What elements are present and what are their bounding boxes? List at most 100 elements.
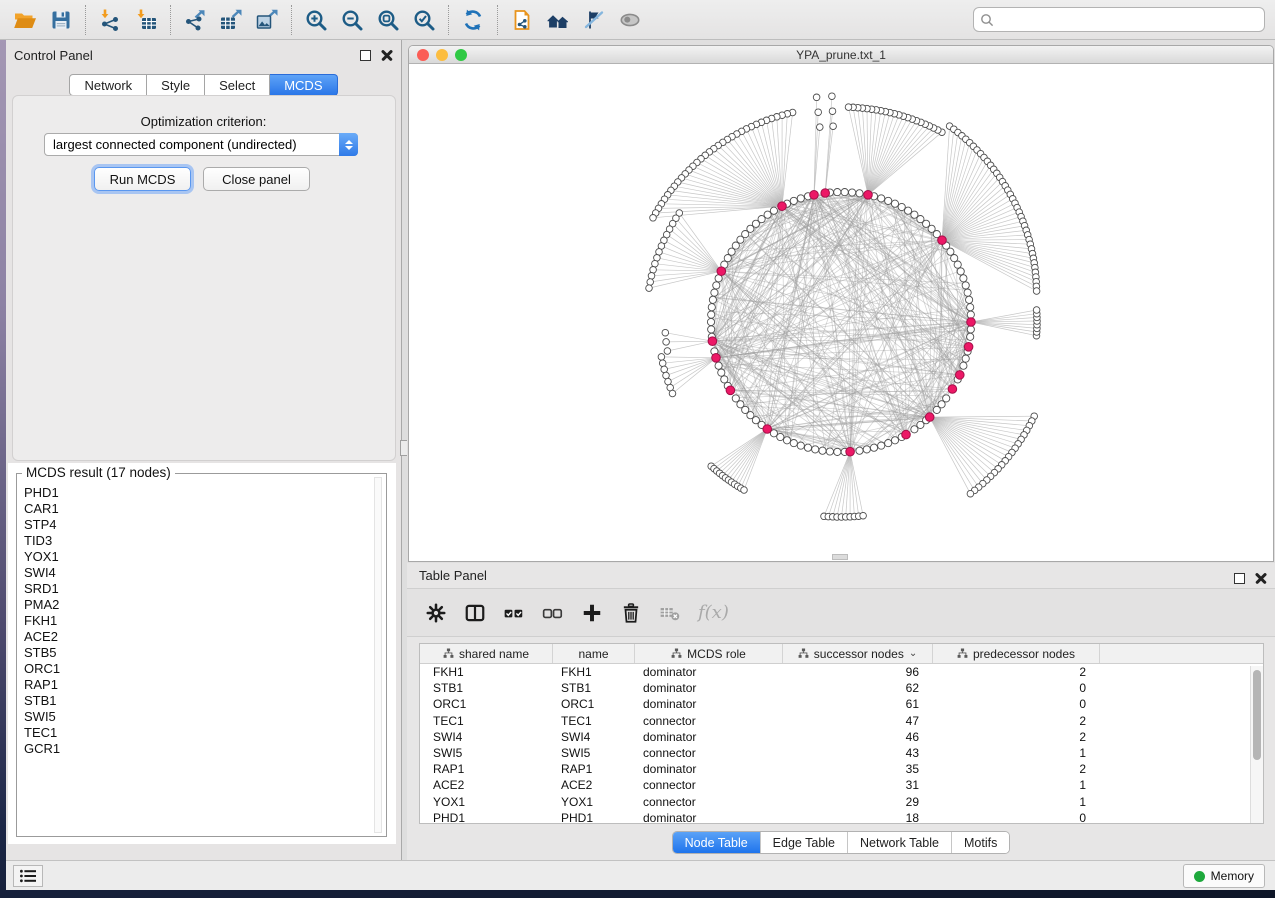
erase-table-button[interactable]: [659, 602, 681, 624]
mcds-list-item[interactable]: CAR1: [24, 501, 60, 517]
cell-successor-nodes[interactable]: 96: [783, 664, 933, 680]
import-network-button[interactable]: [95, 4, 125, 36]
cell-mcds-role[interactable]: dominator: [635, 664, 783, 680]
cell-shared-name[interactable]: SWI4: [420, 729, 553, 745]
cell-mcds-role[interactable]: dominator: [635, 810, 783, 824]
cell-name[interactable]: STB1: [553, 680, 635, 696]
zoom-in-button[interactable]: [301, 4, 331, 36]
close-window-icon[interactable]: [417, 49, 429, 61]
save-session-button[interactable]: [46, 4, 76, 36]
float-panel-icon[interactable]: [360, 50, 371, 61]
network-graph[interactable]: [409, 64, 1274, 561]
cell-mcds-role[interactable]: dominator: [635, 696, 783, 712]
table-row[interactable]: ACE2ACE2connector311: [420, 777, 1263, 793]
mcds-list-item[interactable]: TEC1: [24, 725, 60, 741]
cell-predecessor-nodes[interactable]: 0: [933, 696, 1100, 712]
new-network-from-file-button[interactable]: [507, 4, 537, 36]
table-scrollbar[interactable]: [1250, 666, 1263, 823]
cell-successor-nodes[interactable]: 35: [783, 761, 933, 777]
tab-node-table[interactable]: Node Table: [673, 832, 760, 853]
apply-layout-button[interactable]: [458, 4, 488, 36]
cell-shared-name[interactable]: RAP1: [420, 761, 553, 777]
cell-successor-nodes[interactable]: 46: [783, 729, 933, 745]
cell-successor-nodes[interactable]: 18: [783, 810, 933, 824]
export-table-button[interactable]: [216, 4, 246, 36]
mcds-list-item[interactable]: GCR1: [24, 741, 60, 757]
mcds-list-item[interactable]: SWI4: [24, 565, 60, 581]
cell-name[interactable]: SWI4: [553, 729, 635, 745]
tab-edge-table[interactable]: Edge Table: [760, 832, 847, 853]
cell-shared-name[interactable]: YOX1: [420, 794, 553, 810]
mcds-list-item[interactable]: SWI5: [24, 709, 60, 725]
export-image-button[interactable]: [252, 4, 282, 36]
mcds-list-item[interactable]: ORC1: [24, 661, 60, 677]
panel-menu-button[interactable]: [13, 865, 43, 887]
cell-shared-name[interactable]: FKH1: [420, 664, 553, 680]
column-header-predecessor-nodes[interactable]: predecessor nodes: [933, 644, 1100, 663]
cell-successor-nodes[interactable]: 43: [783, 745, 933, 761]
close-panel-button[interactable]: Close panel: [203, 167, 310, 191]
cell-mcds-role[interactable]: dominator: [635, 680, 783, 696]
table-row[interactable]: TEC1TEC1connector472: [420, 713, 1263, 729]
column-header-shared-name[interactable]: shared name: [420, 644, 553, 663]
function-builder-button[interactable]: f(x): [698, 602, 729, 623]
mcds-list-scrollbar[interactable]: [374, 477, 382, 833]
tab-motifs[interactable]: Motifs: [951, 832, 1009, 853]
tab-select[interactable]: Select: [205, 74, 270, 96]
deselect-all-rows-button[interactable]: [542, 602, 564, 624]
cell-shared-name[interactable]: ORC1: [420, 696, 553, 712]
tab-mcds[interactable]: MCDS: [270, 74, 337, 96]
cell-predecessor-nodes[interactable]: 0: [933, 810, 1100, 824]
tab-style[interactable]: Style: [147, 74, 205, 96]
cell-predecessor-nodes[interactable]: 1: [933, 745, 1100, 761]
network-canvas[interactable]: [409, 64, 1273, 561]
zoom-selected-button[interactable]: [409, 4, 439, 36]
table-row[interactable]: RAP1RAP1dominator352: [420, 761, 1263, 777]
cell-successor-nodes[interactable]: 29: [783, 794, 933, 810]
mcds-list-item[interactable]: FKH1: [24, 613, 60, 629]
table-row[interactable]: STB1STB1dominator620: [420, 680, 1263, 696]
cell-name[interactable]: RAP1: [553, 761, 635, 777]
cell-name[interactable]: ORC1: [553, 696, 635, 712]
cell-predecessor-nodes[interactable]: 2: [933, 761, 1100, 777]
cell-shared-name[interactable]: STB1: [420, 680, 553, 696]
mcds-list-item[interactable]: TID3: [24, 533, 60, 549]
table-row[interactable]: SWI5SWI5connector431: [420, 745, 1263, 761]
table-row[interactable]: SWI4SWI4dominator462: [420, 729, 1263, 745]
mcds-list-item[interactable]: YOX1: [24, 549, 60, 565]
delete-column-button[interactable]: [620, 602, 642, 624]
cell-successor-nodes[interactable]: 61: [783, 696, 933, 712]
mcds-list-item[interactable]: PMA2: [24, 597, 60, 613]
cell-shared-name[interactable]: PHD1: [420, 810, 553, 824]
select-all-rows-button[interactable]: [503, 602, 525, 624]
table-row[interactable]: FKH1FKH1dominator962: [420, 664, 1263, 680]
cell-shared-name[interactable]: ACE2: [420, 777, 553, 793]
split-panel-button[interactable]: [464, 602, 486, 624]
cell-mcds-role[interactable]: connector: [635, 713, 783, 729]
run-mcds-button[interactable]: Run MCDS: [94, 167, 191, 191]
table-settings-button[interactable]: [425, 602, 447, 624]
cell-shared-name[interactable]: TEC1: [420, 713, 553, 729]
cell-name[interactable]: YOX1: [553, 794, 635, 810]
tab-network[interactable]: Network: [69, 74, 147, 96]
close-panel-icon[interactable]: [1255, 572, 1267, 584]
cell-name[interactable]: FKH1: [553, 664, 635, 680]
cell-successor-nodes[interactable]: 31: [783, 777, 933, 793]
cell-name[interactable]: ACE2: [553, 777, 635, 793]
network-window-titlebar[interactable]: YPA_prune.txt_1: [409, 46, 1273, 64]
column-header-successor-nodes[interactable]: successor nodes⌄: [783, 644, 933, 663]
home-button[interactable]: [543, 4, 573, 36]
cell-predecessor-nodes[interactable]: 2: [933, 664, 1100, 680]
tab-network-table[interactable]: Network Table: [847, 832, 951, 853]
horizontal-splitter-handle[interactable]: [832, 554, 848, 560]
flag-toggle-button[interactable]: [579, 4, 609, 36]
cell-predecessor-nodes[interactable]: 1: [933, 777, 1100, 793]
export-network-button[interactable]: [180, 4, 210, 36]
add-column-button[interactable]: [581, 602, 603, 624]
search-input[interactable]: [994, 13, 1258, 27]
column-header-name[interactable]: name: [553, 644, 635, 663]
zoom-out-button[interactable]: [337, 4, 367, 36]
cell-mcds-role[interactable]: connector: [635, 794, 783, 810]
mcds-list-item[interactable]: RAP1: [24, 677, 60, 693]
cell-predecessor-nodes[interactable]: 0: [933, 680, 1100, 696]
